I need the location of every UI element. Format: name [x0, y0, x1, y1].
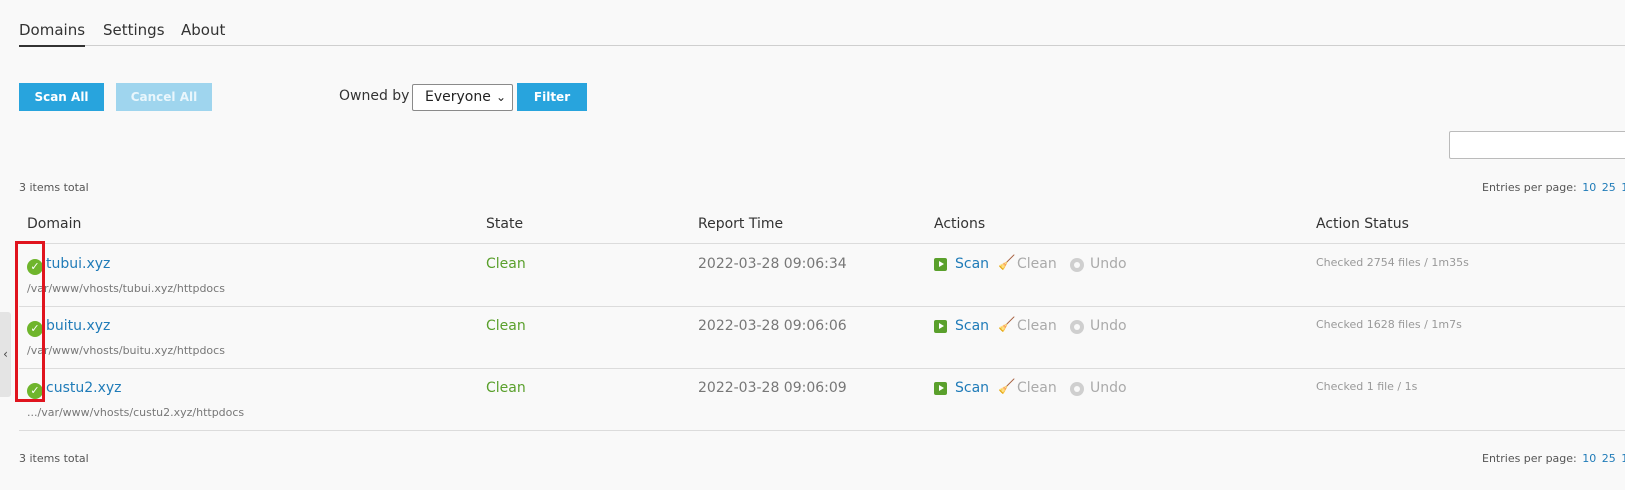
- entries-label: Entries per page:: [1482, 181, 1577, 194]
- table-header: Domain State Report Time Actions Action …: [19, 208, 1625, 244]
- column-actions: Actions: [934, 216, 986, 232]
- owned-by-value: Everyone: [425, 89, 491, 105]
- undo-action[interactable]: Undo: [1090, 380, 1127, 396]
- items-total: 3 items total: [19, 181, 89, 194]
- entries-option-25[interactable]: 25: [1602, 181, 1616, 194]
- state-value: Clean: [486, 380, 526, 396]
- domain-link[interactable]: tubui.xyz: [46, 256, 110, 272]
- clean-action[interactable]: Clean: [1017, 318, 1057, 334]
- domain-path: .../var/www/vhosts/custu2.xyz/httpdocs: [27, 406, 245, 419]
- report-time: 2022-03-28 09:06:06: [698, 318, 847, 334]
- entries-per-page-bottom: Entries per page: 10 25 10: [1482, 452, 1625, 465]
- scan-action[interactable]: Scan: [955, 256, 989, 272]
- report-time: 2022-03-28 09:06:09: [698, 380, 847, 396]
- chevron-down-icon: ⌄: [495, 90, 506, 104]
- tab-about[interactable]: About: [181, 21, 225, 39]
- broom-icon: 🧹: [998, 379, 1016, 395]
- undo-icon: [1070, 320, 1084, 334]
- tab-settings[interactable]: Settings: [103, 21, 165, 39]
- sidebar-collapse-tab[interactable]: ‹: [0, 312, 11, 397]
- tab-domains[interactable]: Domains: [19, 21, 86, 47]
- entries-label: Entries per page:: [1482, 452, 1577, 465]
- column-domain[interactable]: Domain: [27, 216, 81, 232]
- owned-by-select[interactable]: Everyone ⌄: [412, 84, 513, 111]
- undo-icon: [1070, 382, 1084, 396]
- table-row: ✓ buitu.xyz /var/www/vhosts/buitu.xyz/ht…: [19, 307, 1625, 369]
- domain-link[interactable]: buitu.xyz: [46, 318, 110, 334]
- entries-option-10[interactable]: 10: [1582, 181, 1596, 194]
- table-row: ✓ custu2.xyz .../var/www/vhosts/custu2.x…: [19, 369, 1625, 431]
- tab-bar: Domains Settings About: [19, 0, 1625, 47]
- column-action-status: Action Status: [1316, 216, 1409, 232]
- scan-action[interactable]: Scan: [955, 380, 989, 396]
- undo-icon: [1070, 258, 1084, 272]
- entries-option-25[interactable]: 25: [1602, 452, 1616, 465]
- domain-path: /var/www/vhosts/tubui.xyz/httpdocs: [27, 282, 225, 295]
- column-report-time[interactable]: Report Time: [698, 216, 783, 232]
- domain-path: /var/www/vhosts/buitu.xyz/httpdocs: [27, 344, 225, 357]
- scan-all-button[interactable]: Scan All: [19, 83, 104, 111]
- entries-option-100[interactable]: 10: [1621, 181, 1625, 194]
- play-icon[interactable]: [934, 320, 947, 333]
- chevron-left-icon: ‹: [3, 347, 8, 361]
- entries-option-100[interactable]: 10: [1621, 452, 1625, 465]
- clean-action[interactable]: Clean: [1017, 380, 1057, 396]
- cancel-all-button[interactable]: Cancel All: [116, 83, 212, 111]
- entries-per-page: Entries per page: 10 25 10: [1482, 181, 1625, 194]
- highlight-box: [15, 241, 45, 402]
- table-row: ✓ tubui.xyz /var/www/vhosts/tubui.xyz/ht…: [19, 245, 1625, 307]
- owned-by-label: Owned by: [339, 88, 410, 104]
- domain-link[interactable]: custu2.xyz: [46, 380, 122, 396]
- entries-option-10[interactable]: 10: [1582, 452, 1596, 465]
- search-input[interactable]: [1449, 131, 1625, 159]
- items-total-bottom: 3 items total: [19, 452, 89, 465]
- action-status: Checked 2754 files / 1m35s: [1316, 256, 1469, 269]
- state-value: Clean: [486, 318, 526, 334]
- undo-action[interactable]: Undo: [1090, 318, 1127, 334]
- state-value: Clean: [486, 256, 526, 272]
- action-status: Checked 1628 files / 1m7s: [1316, 318, 1462, 331]
- clean-action[interactable]: Clean: [1017, 256, 1057, 272]
- play-icon[interactable]: [934, 382, 947, 395]
- broom-icon: 🧹: [998, 255, 1016, 271]
- action-status: Checked 1 file / 1s: [1316, 380, 1418, 393]
- play-icon[interactable]: [934, 258, 947, 271]
- undo-action[interactable]: Undo: [1090, 256, 1127, 272]
- filter-button[interactable]: Filter: [517, 83, 587, 111]
- column-state[interactable]: State: [486, 216, 523, 232]
- broom-icon: 🧹: [998, 317, 1016, 333]
- scan-action[interactable]: Scan: [955, 318, 989, 334]
- report-time: 2022-03-28 09:06:34: [698, 256, 847, 272]
